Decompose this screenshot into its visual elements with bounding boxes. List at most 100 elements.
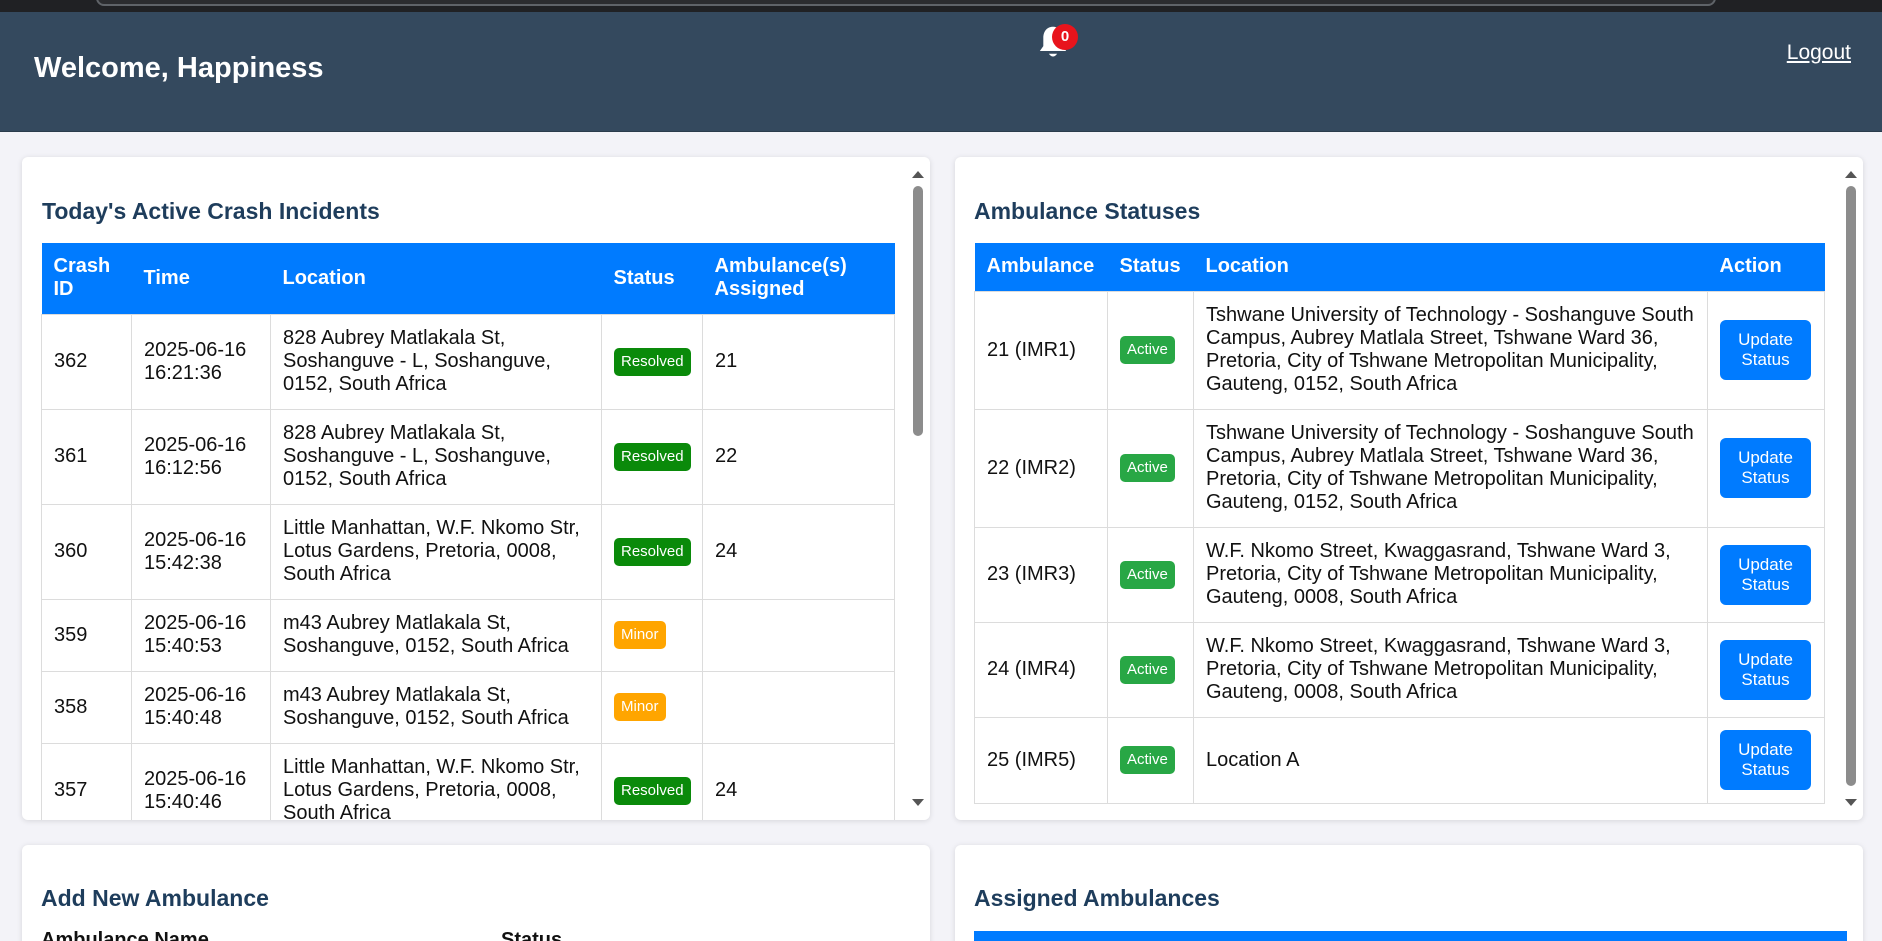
crash-id-cell: 361 — [41, 408, 132, 505]
ambulance-name-label: Ambulance Name — [41, 929, 209, 941]
assigned-ambulances-table-header — [974, 931, 1847, 941]
crash-incidents-card: Today's Active Crash Incidents Crash ID … — [22, 157, 930, 820]
crash-incidents-table: Crash ID Time Location Status Ambulance(… — [41, 243, 895, 820]
table-row: 22 (IMR2) Active Tshwane University of T… — [974, 408, 1825, 528]
action-cell: Update Status — [1707, 408, 1825, 528]
status-cell: Active — [1107, 408, 1194, 528]
add-ambulance-card: Add New Ambulance Ambulance Name Status — [22, 845, 930, 941]
table-row: 357 2025-06-16 15:40:46 Little Manhattan… — [41, 742, 895, 820]
status-badge: Active — [1120, 336, 1175, 364]
update-status-button[interactable]: Update Status — [1720, 730, 1811, 790]
table-row: 21 (IMR1) Active Tshwane University of T… — [974, 290, 1825, 410]
column-header-status: Status — [1107, 243, 1194, 291]
browser-address-bar[interactable] — [96, 0, 1716, 6]
status-cell: Resolved — [601, 313, 703, 410]
scroll-up-arrow-icon[interactable] — [912, 171, 924, 178]
ambulance-assigned-cell: 24 — [702, 503, 895, 600]
incidents-scrollbar[interactable] — [910, 167, 926, 810]
action-cell: Update Status — [1707, 621, 1825, 718]
app-header: Welcome, Happiness Logout — [0, 12, 1882, 132]
crash-id-cell: 362 — [41, 313, 132, 410]
ambulance-statuses-table: Ambulance Status Location Action 21 (IMR… — [974, 243, 1825, 804]
column-header-location: Location — [1193, 243, 1708, 291]
table-row: 361 2025-06-16 16:12:56 828 Aubrey Matla… — [41, 408, 895, 505]
table-row: 359 2025-06-16 15:40:53 m43 Aubrey Matla… — [41, 598, 895, 672]
crash-incidents-title: Today's Active Crash Incidents — [42, 198, 380, 224]
status-cell: Resolved — [601, 742, 703, 820]
ambulance-assigned-cell — [702, 670, 895, 744]
location-cell: Little Manhattan, W.F. Nkomo Str, Lotus … — [270, 503, 602, 600]
location-cell: 828 Aubrey Matlakala St, Soshanguve - L,… — [270, 408, 602, 505]
ambulance-assigned-cell: 24 — [702, 742, 895, 820]
status-badge: Active — [1120, 560, 1175, 589]
action-cell: Update Status — [1707, 526, 1825, 623]
location-cell: Little Manhattan, W.F. Nkomo Str, Lotus … — [270, 742, 602, 820]
ambulance-assigned-cell — [702, 598, 895, 672]
status-cell: Minor — [601, 670, 703, 744]
table-row: 358 2025-06-16 15:40:48 m43 Aubrey Matla… — [41, 670, 895, 744]
ambulance-name-cell: 21 (IMR1) — [974, 290, 1108, 410]
ambulance-assigned-cell: 21 — [702, 313, 895, 410]
time-cell: 2025-06-16 15:40:53 — [131, 598, 271, 672]
crash-incidents-header-row: Crash ID Time Location Status Ambulance(… — [41, 243, 895, 314]
crash-id-cell: 358 — [41, 670, 132, 744]
crash-id-cell: 357 — [41, 742, 132, 820]
status-badge: Minor — [614, 693, 666, 721]
ambulance-statuses-header-row: Ambulance Status Location Action — [974, 243, 1825, 291]
time-cell: 2025-06-16 16:12:56 — [131, 408, 271, 505]
ambulance-statuses-title: Ambulance Statuses — [974, 198, 1201, 224]
scroll-down-arrow-icon[interactable] — [912, 799, 924, 806]
status-label: Status — [501, 929, 563, 941]
action-cell: Update Status — [1707, 290, 1825, 410]
status-badge: Resolved — [614, 776, 691, 805]
crash-id-cell: 359 — [41, 598, 132, 672]
table-row: 362 2025-06-16 16:21:36 828 Aubrey Matla… — [41, 313, 895, 410]
table-row: 23 (IMR3) Active W.F. Nkomo Street, Kwag… — [974, 526, 1825, 623]
update-status-button[interactable]: Update Status — [1720, 438, 1811, 498]
assigned-ambulances-title: Assigned Ambulances — [974, 885, 1220, 911]
scroll-thumb[interactable] — [1846, 186, 1856, 786]
ambulances-scrollbar[interactable] — [1843, 167, 1859, 810]
update-status-button[interactable]: Update Status — [1720, 320, 1811, 380]
scroll-down-arrow-icon[interactable] — [1845, 799, 1857, 806]
status-cell: Active — [1107, 621, 1194, 718]
column-header-time: Time — [131, 243, 271, 314]
ambulance-name-cell: 23 (IMR3) — [974, 526, 1108, 623]
location-cell: W.F. Nkomo Street, Kwaggasrand, Tshwane … — [1193, 621, 1708, 718]
status-cell: Active — [1107, 716, 1194, 804]
update-status-button[interactable]: Update Status — [1720, 544, 1811, 605]
ambulance-name-cell: 24 (IMR4) — [974, 621, 1108, 718]
column-header-ambulances-assigned: Ambulance(s) Assigned — [702, 243, 895, 314]
ambulance-assigned-cell: 22 — [702, 408, 895, 505]
time-cell: 2025-06-16 15:40:46 — [131, 742, 271, 820]
ambulance-name-cell: 25 (IMR5) — [974, 716, 1108, 804]
scroll-up-arrow-icon[interactable] — [1845, 171, 1857, 178]
table-row: 25 (IMR5) Active Location A Update Statu… — [974, 716, 1825, 804]
ambulance-name-cell: 22 (IMR2) — [974, 408, 1108, 528]
location-cell: Tshwane University of Technology - Sosha… — [1193, 408, 1708, 528]
status-badge: Resolved — [614, 347, 691, 376]
location-cell: Location A — [1193, 716, 1708, 804]
time-cell: 2025-06-16 15:40:48 — [131, 670, 271, 744]
column-header-action: Action — [1707, 243, 1825, 291]
status-cell: Resolved — [601, 408, 703, 505]
logout-link[interactable]: Logout — [1787, 41, 1851, 65]
status-badge: Active — [1120, 746, 1175, 774]
time-cell: 2025-06-16 15:42:38 — [131, 503, 271, 600]
notification-count-badge: 0 — [1052, 24, 1078, 50]
column-header-location: Location — [270, 243, 602, 314]
add-ambulance-title: Add New Ambulance — [41, 885, 269, 911]
status-badge: Active — [1120, 655, 1175, 684]
status-badge: Resolved — [614, 442, 691, 471]
column-header-ambulance: Ambulance — [974, 243, 1108, 291]
scroll-thumb[interactable] — [913, 186, 923, 436]
location-cell: m43 Aubrey Matlakala St, Soshanguve, 015… — [270, 598, 602, 672]
column-header-crash-id: Crash ID — [41, 243, 132, 314]
location-cell: 828 Aubrey Matlakala St, Soshanguve - L,… — [270, 313, 602, 410]
status-badge: Resolved — [614, 537, 691, 566]
table-row: 24 (IMR4) Active W.F. Nkomo Street, Kwag… — [974, 621, 1825, 718]
update-status-button[interactable]: Update Status — [1720, 639, 1811, 700]
status-cell: Active — [1107, 526, 1194, 623]
location-cell: W.F. Nkomo Street, Kwaggasrand, Tshwane … — [1193, 526, 1708, 623]
status-badge: Active — [1120, 454, 1175, 482]
